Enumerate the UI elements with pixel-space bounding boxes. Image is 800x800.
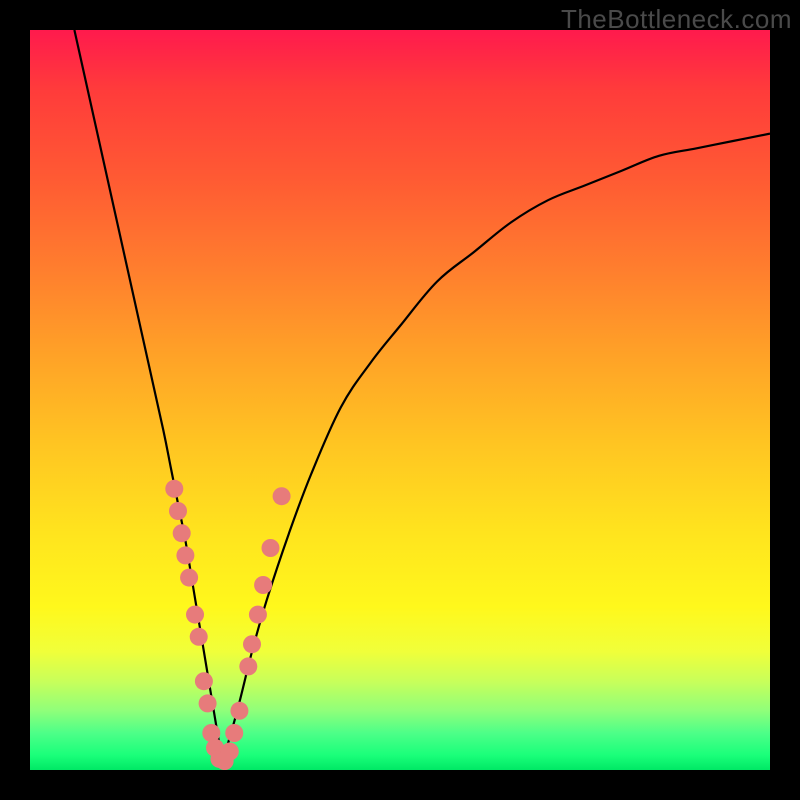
- data-marker: [176, 546, 194, 564]
- marker-group: [165, 480, 290, 770]
- data-marker: [180, 569, 198, 587]
- data-marker: [239, 657, 257, 675]
- data-marker: [249, 606, 267, 624]
- data-marker: [262, 539, 280, 557]
- data-marker: [225, 724, 243, 742]
- data-marker: [243, 635, 261, 653]
- data-marker: [216, 752, 234, 770]
- chart-svg: [30, 30, 770, 770]
- data-marker: [206, 739, 224, 757]
- data-marker: [199, 694, 217, 712]
- curve-right-branch: [222, 134, 770, 763]
- data-marker: [230, 702, 248, 720]
- data-marker: [254, 576, 272, 594]
- data-marker: [195, 672, 213, 690]
- curve-left-branch: [74, 30, 222, 763]
- data-marker: [173, 524, 191, 542]
- chart-plot-area: [30, 30, 770, 770]
- data-marker: [165, 480, 183, 498]
- data-marker: [186, 606, 204, 624]
- data-marker: [190, 628, 208, 646]
- data-marker: [202, 724, 220, 742]
- data-marker: [169, 502, 187, 520]
- data-marker: [273, 487, 291, 505]
- data-marker: [210, 750, 228, 768]
- data-marker: [221, 743, 239, 761]
